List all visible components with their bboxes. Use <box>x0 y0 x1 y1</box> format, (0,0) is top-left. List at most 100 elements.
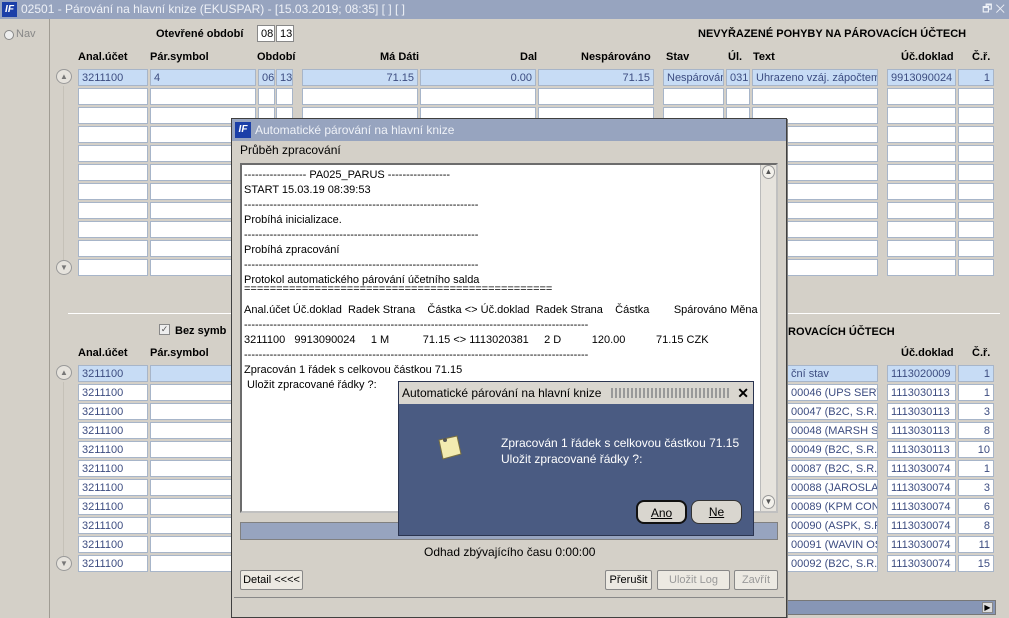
top-empty-cell[interactable] <box>887 221 956 238</box>
log-scrollbar[interactable]: ▲ ▼ <box>760 165 776 511</box>
bottom-row-cr[interactable]: 10 <box>958 441 994 458</box>
top-empty-cell[interactable] <box>887 145 956 162</box>
bottom-row-anal[interactable]: 3211100 <box>78 498 148 515</box>
bottom-row-anal[interactable]: 3211100 <box>78 479 148 496</box>
top-empty-cell[interactable] <box>78 202 148 219</box>
bottom-row-text[interactable]: ční stav <box>787 365 878 382</box>
bottom-row-ucdoklad[interactable]: 1113030113 <box>887 384 956 401</box>
bottom-row-anal[interactable]: 3211100 <box>78 422 148 439</box>
top-row-ucdoklad[interactable]: 9913090024 <box>887 69 956 86</box>
top-row-symbol[interactable]: 4 <box>150 69 256 86</box>
log-scroll-down-icon[interactable]: ▼ <box>762 495 775 509</box>
bottom-row-anal[interactable]: 3211100 <box>78 555 148 572</box>
yes-button[interactable]: Ano <box>636 500 687 524</box>
top-empty-cell[interactable] <box>958 202 994 219</box>
top-empty-cell[interactable] <box>663 88 724 105</box>
bottom-row-text[interactable]: 00087 (B2C, S.R.O <box>787 460 878 477</box>
bottom-row-text[interactable]: 00091 (WAVIN OS <box>787 536 878 553</box>
bottom-scroll-up-icon[interactable]: ▲ <box>56 365 72 380</box>
top-row-stav[interactable]: Nespárován <box>663 69 724 86</box>
bottom-row-cr[interactable]: 8 <box>958 422 994 439</box>
bottom-row-anal[interactable]: 3211100 <box>78 403 148 420</box>
top-row-cr[interactable]: 1 <box>958 69 994 86</box>
bottom-row-cr[interactable]: 11 <box>958 536 994 553</box>
top-empty-cell[interactable] <box>958 221 994 238</box>
bottom-row-text[interactable]: 00048 (MARSH S.F <box>787 422 878 439</box>
bottom-row-anal[interactable]: 3211100 <box>78 536 148 553</box>
bottom-row-ucdoklad[interactable]: 1113030074 <box>887 555 956 572</box>
bottom-row-cr[interactable]: 8 <box>958 517 994 534</box>
top-empty-cell[interactable] <box>78 126 148 143</box>
top-empty-cell[interactable] <box>752 88 878 105</box>
top-empty-cell[interactable] <box>958 126 994 143</box>
top-empty-cell[interactable] <box>887 164 956 181</box>
bottom-row-cr[interactable]: 1 <box>958 460 994 477</box>
top-empty-cell[interactable] <box>958 145 994 162</box>
top-empty-cell[interactable] <box>78 88 148 105</box>
top-row-anal[interactable]: 3211100 <box>78 69 148 86</box>
top-row-text[interactable]: Uhrazeno vzáj. zápočtem <box>752 69 878 86</box>
bottom-row-anal[interactable]: 3211100 <box>78 460 148 477</box>
top-empty-cell[interactable] <box>78 164 148 181</box>
top-empty-cell[interactable] <box>302 88 418 105</box>
bottom-row-text[interactable]: 00092 (B2C, S.R.O <box>787 555 878 572</box>
bottom-row-ucdoklad[interactable]: 1113030113 <box>887 403 956 420</box>
top-row-period2[interactable]: 13 <box>276 69 293 86</box>
top-row-period1[interactable]: 06 <box>258 69 275 86</box>
top-empty-cell[interactable] <box>887 126 956 143</box>
top-row-madati[interactable]: 71.15 <box>302 69 418 86</box>
top-empty-cell[interactable] <box>887 88 956 105</box>
bottom-row-cr[interactable]: 6 <box>958 498 994 515</box>
save-log-button[interactable]: Uložit Log <box>657 570 730 590</box>
top-empty-cell[interactable] <box>958 107 994 124</box>
bottom-row-text[interactable]: 00046 (UPS SERVI <box>787 384 878 401</box>
top-empty-cell[interactable] <box>887 259 956 276</box>
detail-button[interactable]: Detail <<<< <box>240 570 303 590</box>
top-empty-cell[interactable] <box>78 259 148 276</box>
top-row-dal[interactable]: 0.00 <box>420 69 536 86</box>
horizontal-scrollbar[interactable]: ▶ <box>787 600 996 615</box>
bottom-row-ucdoklad[interactable]: 1113030074 <box>887 460 956 477</box>
bottom-row-cr[interactable]: 3 <box>958 403 994 420</box>
bez-symbolu-checkbox[interactable]: ✓ <box>159 324 170 335</box>
bottom-row-cr[interactable]: 3 <box>958 479 994 496</box>
log-scroll-up-icon[interactable]: ▲ <box>762 165 775 179</box>
bottom-row-ucdoklad[interactable]: 1113030074 <box>887 479 956 496</box>
top-empty-cell[interactable] <box>958 88 994 105</box>
top-empty-cell[interactable] <box>887 107 956 124</box>
bottom-row-ucdoklad[interactable]: 1113030113 <box>887 422 956 439</box>
top-scroll-up-icon[interactable]: ▲ <box>56 69 72 84</box>
top-empty-cell[interactable] <box>420 88 536 105</box>
bottom-row-anal[interactable]: 3211100 <box>78 441 148 458</box>
top-empty-cell[interactable] <box>258 88 275 105</box>
top-empty-cell[interactable] <box>887 202 956 219</box>
top-row-nesparovano[interactable]: 71.15 <box>538 69 654 86</box>
top-scroll-track[interactable] <box>63 86 64 260</box>
top-empty-cell[interactable] <box>887 240 956 257</box>
bottom-row-text[interactable]: 00089 (KPM CONS <box>787 498 878 515</box>
bottom-scroll-track[interactable] <box>63 382 64 556</box>
period-from-field[interactable]: 08 <box>257 25 275 42</box>
top-empty-cell[interactable] <box>726 88 750 105</box>
bottom-row-ucdoklad[interactable]: 1113030113 <box>887 441 956 458</box>
bottom-row-anal[interactable]: 3211100 <box>78 384 148 401</box>
bottom-row-ucdoklad[interactable]: 1113030074 <box>887 517 956 534</box>
top-empty-cell[interactable] <box>276 88 293 105</box>
bottom-row-anal[interactable]: 3211100 <box>78 365 148 382</box>
bottom-row-text[interactable]: 00049 (B2C, S.R.O <box>787 441 878 458</box>
top-empty-cell[interactable] <box>958 259 994 276</box>
close-icon[interactable]: ✕ <box>737 382 749 404</box>
top-empty-cell[interactable] <box>78 221 148 238</box>
bottom-row-cr[interactable]: 1 <box>958 384 994 401</box>
bottom-row-cr[interactable]: 1 <box>958 365 994 382</box>
bottom-row-text[interactable]: 00090 (ASPK, S.R. <box>787 517 878 534</box>
top-scroll-down-icon[interactable]: ▼ <box>56 260 72 275</box>
bottom-row-ucdoklad[interactable]: 1113030074 <box>887 498 956 515</box>
top-empty-cell[interactable] <box>78 107 148 124</box>
interrupt-button[interactable]: Přerušit <box>605 570 652 590</box>
window-controls[interactable]: 🗗 ✕ <box>982 0 1005 19</box>
period-to-field[interactable]: 13 <box>276 25 294 42</box>
bottom-row-ucdoklad[interactable]: 1113030074 <box>887 536 956 553</box>
bottom-row-text[interactable]: 00047 (B2C, S.R.O <box>787 403 878 420</box>
top-empty-cell[interactable] <box>78 145 148 162</box>
